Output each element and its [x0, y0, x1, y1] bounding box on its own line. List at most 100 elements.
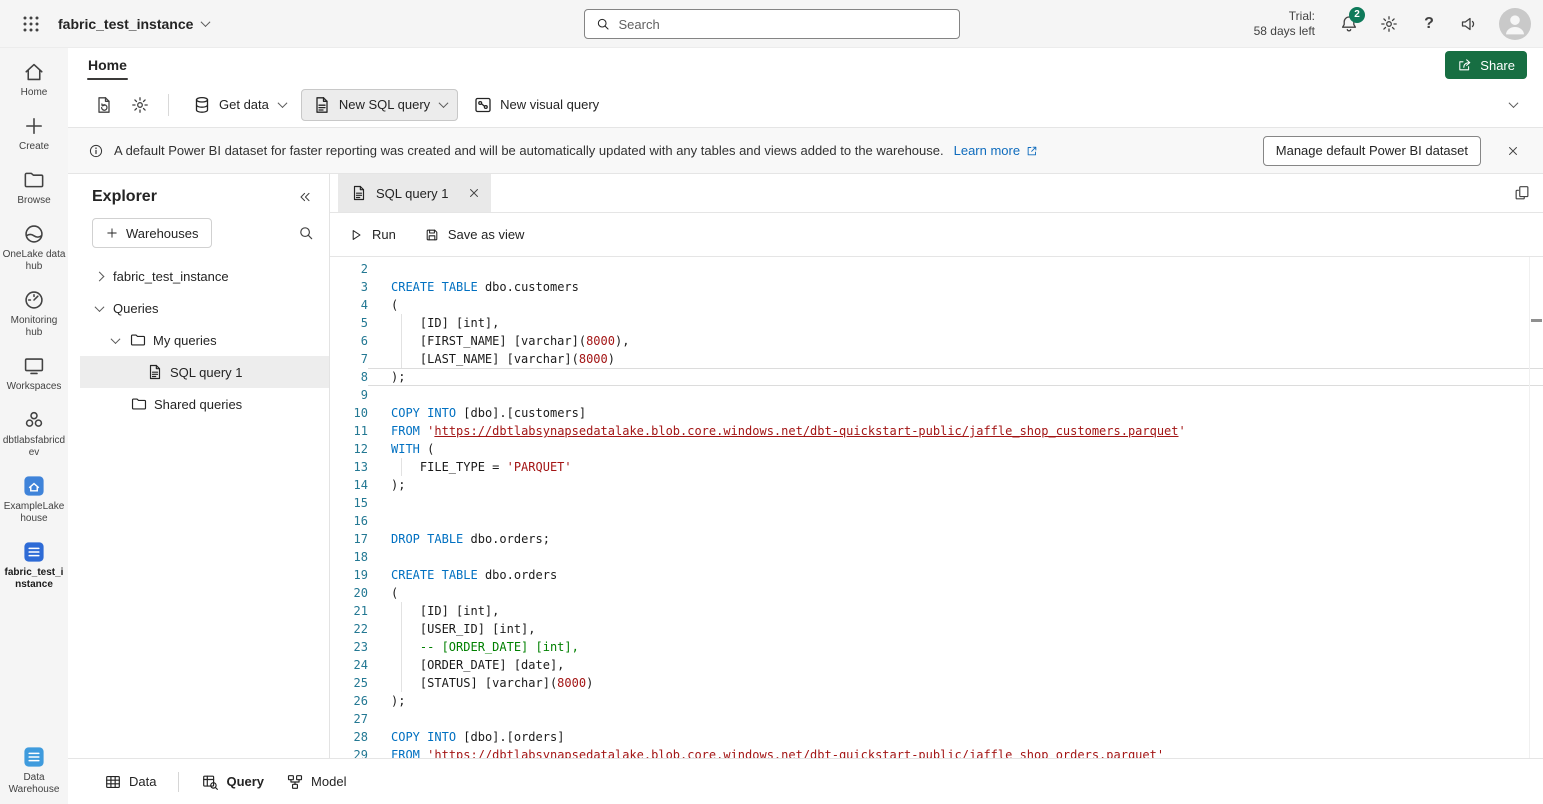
code-text: [ID] [int], — [368, 602, 1543, 620]
global-search[interactable] — [584, 9, 960, 39]
left-nav-rail: Home Create Browse OneLake data hub Monitori… — [0, 48, 68, 804]
tree-item-my-queries[interactable]: My queries — [80, 324, 329, 356]
code-line-7[interactable]: 7 [LAST_NAME] [varchar](8000) — [330, 350, 1543, 368]
chevron-down-icon[interactable] — [95, 302, 105, 312]
rail-item-browse[interactable]: Browse — [2, 168, 66, 207]
view-data[interactable]: Data — [104, 773, 156, 791]
rail-item-label: Data Warehouse — [2, 772, 66, 796]
person-icon — [1499, 8, 1531, 40]
manage-dataset-button[interactable]: Manage default Power BI dataset — [1263, 136, 1481, 166]
chevron-down-icon — [439, 98, 449, 108]
rail-item-monitoring-hub[interactable]: Monitoring hub — [2, 288, 66, 339]
code-line-26[interactable]: 26); — [330, 692, 1543, 710]
rail-item-examplelakehouse[interactable]: ExampleLakehouse — [2, 474, 66, 525]
notification-badge: 2 — [1349, 7, 1365, 23]
rail-item-workspaces[interactable]: Workspaces — [2, 354, 66, 393]
line-number: 15 — [330, 494, 368, 512]
run-button[interactable]: Run — [348, 227, 396, 243]
code-line-3[interactable]: 3CREATE TABLE dbo.customers — [330, 278, 1543, 296]
code-line-12[interactable]: 12WITH ( — [330, 440, 1543, 458]
code-line-25[interactable]: 25 [STATUS] [varchar](8000) — [330, 674, 1543, 692]
view-label: Query — [226, 774, 264, 789]
sql-query-icon — [312, 95, 332, 115]
editor-scrollbar[interactable] — [1529, 257, 1543, 758]
new-report-button[interactable] — [88, 89, 120, 121]
get-data-button[interactable]: Get data — [181, 89, 297, 121]
code-line-23[interactable]: 23 -- [ORDER_DATE] [int], — [330, 638, 1543, 656]
tree-item-sql-query-1[interactable]: SQL query 1 — [80, 356, 329, 388]
code-line-10[interactable]: 10COPY INTO [dbo].[customers] — [330, 404, 1543, 422]
code-line-22[interactable]: 22 [USER_ID] [int], — [330, 620, 1543, 638]
code-line-29[interactable]: 29FROM 'https://dbtlabsynapsedatalake.bl… — [330, 746, 1543, 758]
rail-item-fabric-test-instance[interactable]: fabric_test_instance — [2, 540, 66, 591]
code-line-9[interactable]: 9 — [330, 386, 1543, 404]
rail-item-dbtlabsfabricdev[interactable]: dbtlabsfabricdev — [2, 408, 66, 459]
grid-icon — [104, 773, 122, 791]
scrollbar-marker[interactable] — [1531, 319, 1542, 322]
sql-editor[interactable]: 23CREATE TABLE dbo.customers4(5 [ID] [in… — [330, 257, 1543, 758]
code-line-5[interactable]: 5 [ID] [int], — [330, 314, 1543, 332]
share-button[interactable]: Share — [1445, 51, 1527, 79]
code-line-8[interactable]: 8); — [330, 368, 1543, 386]
code-text: ); — [368, 368, 1543, 386]
copy-icon — [1513, 184, 1531, 202]
banner-close-button[interactable] — [1497, 135, 1529, 167]
code-line-15[interactable]: 15 — [330, 494, 1543, 512]
code-line-20[interactable]: 20( — [330, 584, 1543, 602]
warehouse-settings-button[interactable] — [124, 89, 156, 121]
code-line-21[interactable]: 21 [ID] [int], — [330, 602, 1543, 620]
code-line-2[interactable]: 2 — [330, 260, 1543, 278]
code-line-14[interactable]: 14); — [330, 476, 1543, 494]
add-warehouses-button[interactable]: Warehouses — [92, 218, 212, 248]
chevron-down-icon — [1508, 98, 1518, 108]
workspace-switcher[interactable]: fabric_test_instance — [58, 16, 209, 32]
code-line-18[interactable]: 18 — [330, 548, 1543, 566]
line-number: 28 — [330, 728, 368, 746]
chevron-right-icon[interactable] — [95, 271, 105, 281]
copy-button[interactable] — [1513, 184, 1531, 202]
avatar[interactable] — [1499, 8, 1531, 40]
close-tab-icon[interactable] — [467, 186, 481, 200]
tree-item-fabric-test-instance[interactable]: fabric_test_instance — [80, 260, 329, 292]
help-button[interactable]: ? — [1411, 6, 1447, 42]
new-sql-query-button[interactable]: New SQL query — [301, 89, 458, 121]
app-launcher-button[interactable] — [14, 7, 48, 41]
rail-item-data-warehouse[interactable]: Data Warehouse — [2, 745, 66, 796]
explorer-search-button[interactable] — [297, 224, 315, 242]
code-line-4[interactable]: 4( — [330, 296, 1543, 314]
code-line-28[interactable]: 28COPY INTO [dbo].[orders] — [330, 728, 1543, 746]
code-line-11[interactable]: 11FROM 'https://dbtlabsynapsedatalake.bl… — [330, 422, 1543, 440]
code-line-6[interactable]: 6 [FIRST_NAME] [varchar](8000), — [330, 332, 1543, 350]
collapse-explorer-button[interactable] — [297, 189, 313, 205]
rail-item-onelake-data-hub[interactable]: OneLake data hub — [2, 222, 66, 273]
tree-item-shared-queries[interactable]: Shared queries — [80, 388, 329, 420]
learn-more-link[interactable]: Learn more — [954, 143, 1039, 158]
rail-item-home[interactable]: Home — [2, 60, 66, 99]
top-bar: fabric_test_instance Trial: 58 days left… — [0, 0, 1543, 48]
tree-item-queries[interactable]: Queries — [80, 292, 329, 324]
code-text — [368, 494, 1543, 512]
rail-item-label: Monitoring hub — [2, 315, 66, 339]
save-as-view-button[interactable]: Save as view — [424, 227, 525, 243]
code-line-19[interactable]: 19CREATE TABLE dbo.orders — [330, 566, 1543, 584]
view-model[interactable]: Model — [286, 773, 346, 791]
feedback-button[interactable] — [1451, 6, 1487, 42]
view-query[interactable]: Query — [201, 773, 264, 791]
new-visual-query-button[interactable]: New visual query — [462, 89, 610, 121]
code-line-16[interactable]: 16 — [330, 512, 1543, 530]
ribbon-tab-row: Home Share — [68, 48, 1543, 82]
code-line-24[interactable]: 24 [ORDER_DATE] [date], — [330, 656, 1543, 674]
tab-sql-query-1[interactable]: SQL query 1 — [338, 174, 491, 212]
settings-button-top[interactable] — [1371, 6, 1407, 42]
search-input[interactable] — [619, 17, 949, 32]
code-line-27[interactable]: 27 — [330, 710, 1543, 728]
notifications-button[interactable]: 2 — [1331, 6, 1367, 42]
line-number: 17 — [330, 530, 368, 548]
rail-item-create[interactable]: Create — [2, 114, 66, 153]
collapse-ribbon-button[interactable] — [1497, 89, 1529, 121]
explorer-header: Explorer — [80, 174, 329, 214]
chevron-down-icon[interactable] — [111, 334, 121, 344]
tab-home[interactable]: Home — [86, 48, 129, 82]
code-line-13[interactable]: 13 FILE_TYPE = 'PARQUET' — [330, 458, 1543, 476]
code-line-17[interactable]: 17DROP TABLE dbo.orders; — [330, 530, 1543, 548]
